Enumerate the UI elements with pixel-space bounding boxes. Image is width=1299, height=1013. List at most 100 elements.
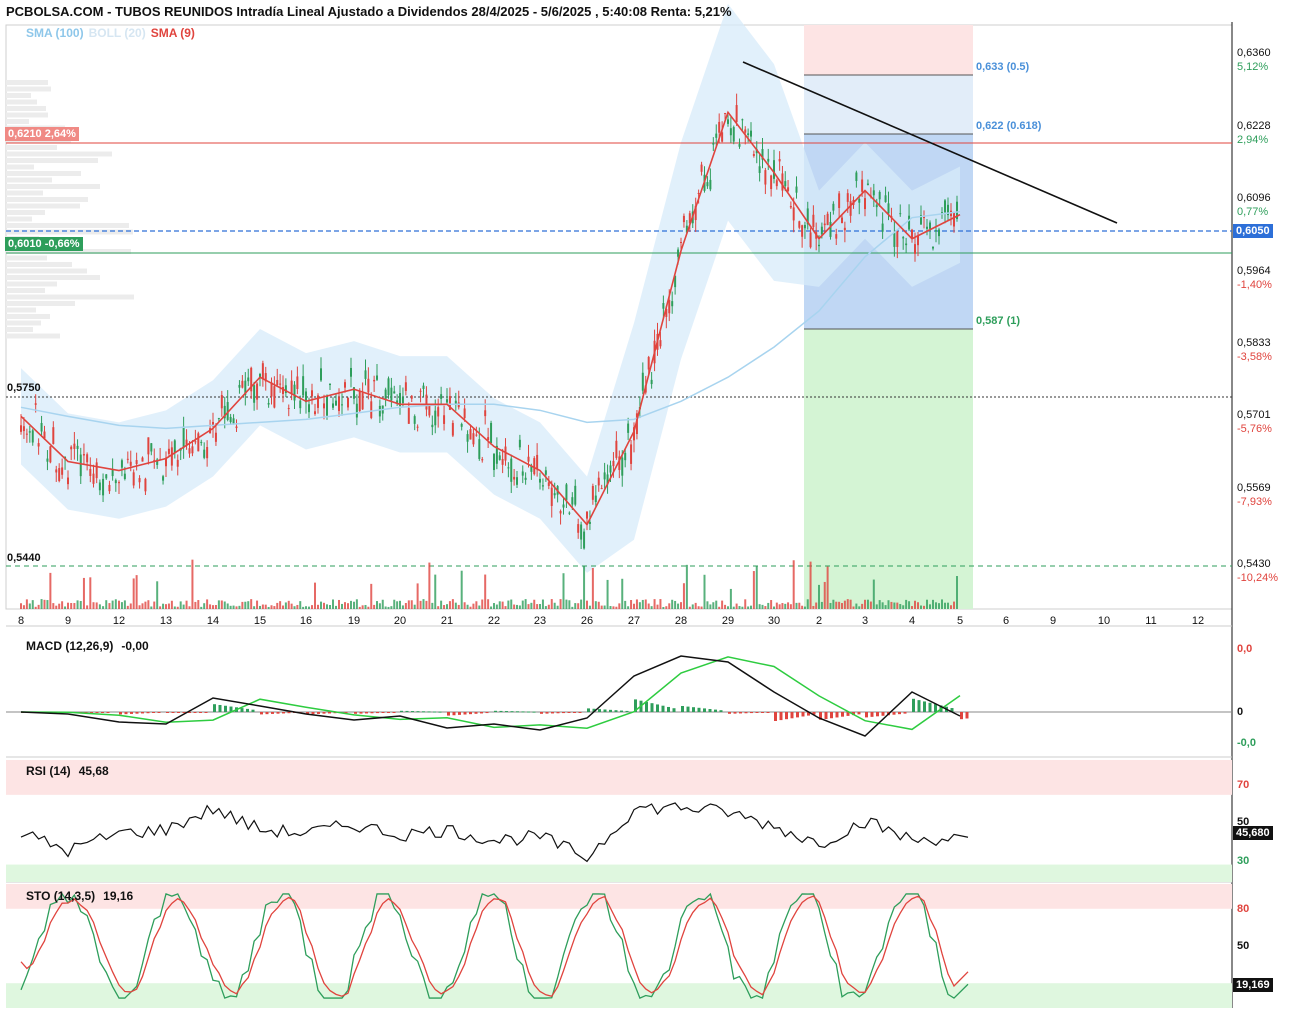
candle-body — [682, 215, 685, 223]
volume-bar — [781, 603, 784, 609]
candle-body — [803, 224, 806, 229]
legend-sma100: SMA (100) — [26, 26, 84, 40]
candle-body — [536, 454, 539, 469]
volume-bar — [932, 599, 934, 609]
candle-body — [647, 357, 650, 370]
volume-bar — [682, 583, 685, 609]
sto-oversold-zone — [6, 983, 1232, 1008]
macd-value: -0,00 — [121, 639, 149, 653]
volume-profile-bar — [6, 197, 88, 202]
candle-body — [541, 485, 544, 487]
sto-d-line — [20, 895, 969, 998]
macd-histogram-bar — [965, 712, 969, 719]
candle-body — [347, 397, 349, 408]
volume-bar — [798, 602, 801, 609]
volume-bar — [256, 600, 259, 609]
volume-bar — [443, 605, 446, 609]
macd-histogram-bar — [562, 712, 565, 714]
volume-bar — [120, 602, 123, 609]
macd-histogram-bar — [422, 711, 425, 713]
volume-profile-bar — [6, 262, 72, 267]
volume-bar — [73, 603, 76, 609]
volume-bar — [156, 581, 159, 609]
candle-body — [454, 400, 457, 404]
candle-body — [241, 380, 244, 388]
volume-profile-bar — [6, 255, 47, 261]
candle-body — [111, 469, 114, 477]
volume-bar — [404, 602, 407, 609]
volume-profile-bar — [6, 294, 134, 300]
candle-body — [838, 193, 841, 208]
candle-body — [795, 186, 798, 193]
volume-bar — [478, 605, 481, 609]
candle-body — [410, 395, 413, 399]
macd-histogram-bar — [912, 698, 915, 712]
candle-body — [547, 482, 550, 486]
candle-body — [727, 119, 729, 124]
candle-body — [31, 430, 34, 443]
volume-bar — [841, 603, 843, 609]
macd-title: MACD (12,26,9) -0,00 — [26, 639, 149, 653]
volume-bar — [203, 603, 206, 609]
volume-bar — [668, 603, 671, 609]
volume-profile-bar — [6, 268, 87, 274]
volume-bar — [173, 606, 176, 609]
macd-histogram-bar — [474, 712, 478, 714]
candle-body — [627, 423, 630, 433]
macd-histogram-bar — [106, 712, 110, 713]
price-tick: 0,6360 — [1237, 47, 1271, 59]
legend-sma9: SMA (9) — [150, 26, 195, 40]
macd-histogram-bar — [152, 712, 155, 713]
volume-bar — [926, 599, 928, 609]
candle-body — [370, 401, 373, 418]
volume-bar — [22, 605, 25, 609]
volume-bar — [920, 605, 922, 609]
candle-body — [843, 227, 846, 231]
candle-body — [580, 524, 583, 540]
volume-bar — [510, 599, 513, 609]
volume-bar — [638, 602, 641, 609]
volume-bar — [76, 600, 79, 609]
candle-body — [524, 477, 527, 480]
volume-bar — [881, 602, 884, 609]
macd-histogram-bar — [728, 712, 731, 714]
sto-overbought-zone — [6, 884, 1232, 909]
candle-body — [314, 411, 316, 415]
candle-body — [835, 234, 838, 239]
volume-profile-bar — [6, 99, 37, 105]
candle-body — [466, 434, 469, 442]
volume-bar — [308, 606, 310, 609]
macd-histogram-bar — [119, 712, 122, 715]
macd-histogram-bar — [650, 703, 654, 712]
candle-body — [615, 440, 618, 458]
volume-bar — [635, 599, 638, 609]
volume-bar — [775, 602, 778, 609]
candle-body — [46, 458, 49, 462]
price-tick: 0,5964 — [1237, 265, 1271, 277]
volume-bar — [413, 604, 416, 609]
volume-bar — [732, 606, 735, 609]
volume-bar — [735, 603, 738, 609]
date-tick: 3 — [861, 615, 869, 627]
rsi-value: 45,68 — [78, 764, 109, 778]
candle-body — [253, 385, 256, 403]
volume-bar — [911, 606, 913, 609]
volume-bar — [627, 606, 630, 609]
candle-body — [544, 470, 547, 475]
candle-body — [86, 454, 89, 463]
macd-histogram-bar — [218, 704, 222, 712]
volume-profile-bar — [6, 333, 60, 339]
candle-body — [659, 340, 662, 347]
macd-histogram-bar — [603, 709, 607, 712]
candle-body — [55, 469, 58, 473]
candle-body — [437, 407, 440, 417]
volume-bar — [370, 583, 373, 609]
candle-body — [630, 444, 633, 464]
volume-bar — [597, 601, 600, 609]
volume-bar — [162, 603, 165, 609]
macd-histogram-bar — [381, 712, 385, 713]
macd-histogram-bar — [411, 711, 414, 713]
volume-bar — [132, 578, 135, 609]
volume-bar — [565, 599, 568, 609]
rsi-axis-label: 70 — [1237, 779, 1250, 791]
